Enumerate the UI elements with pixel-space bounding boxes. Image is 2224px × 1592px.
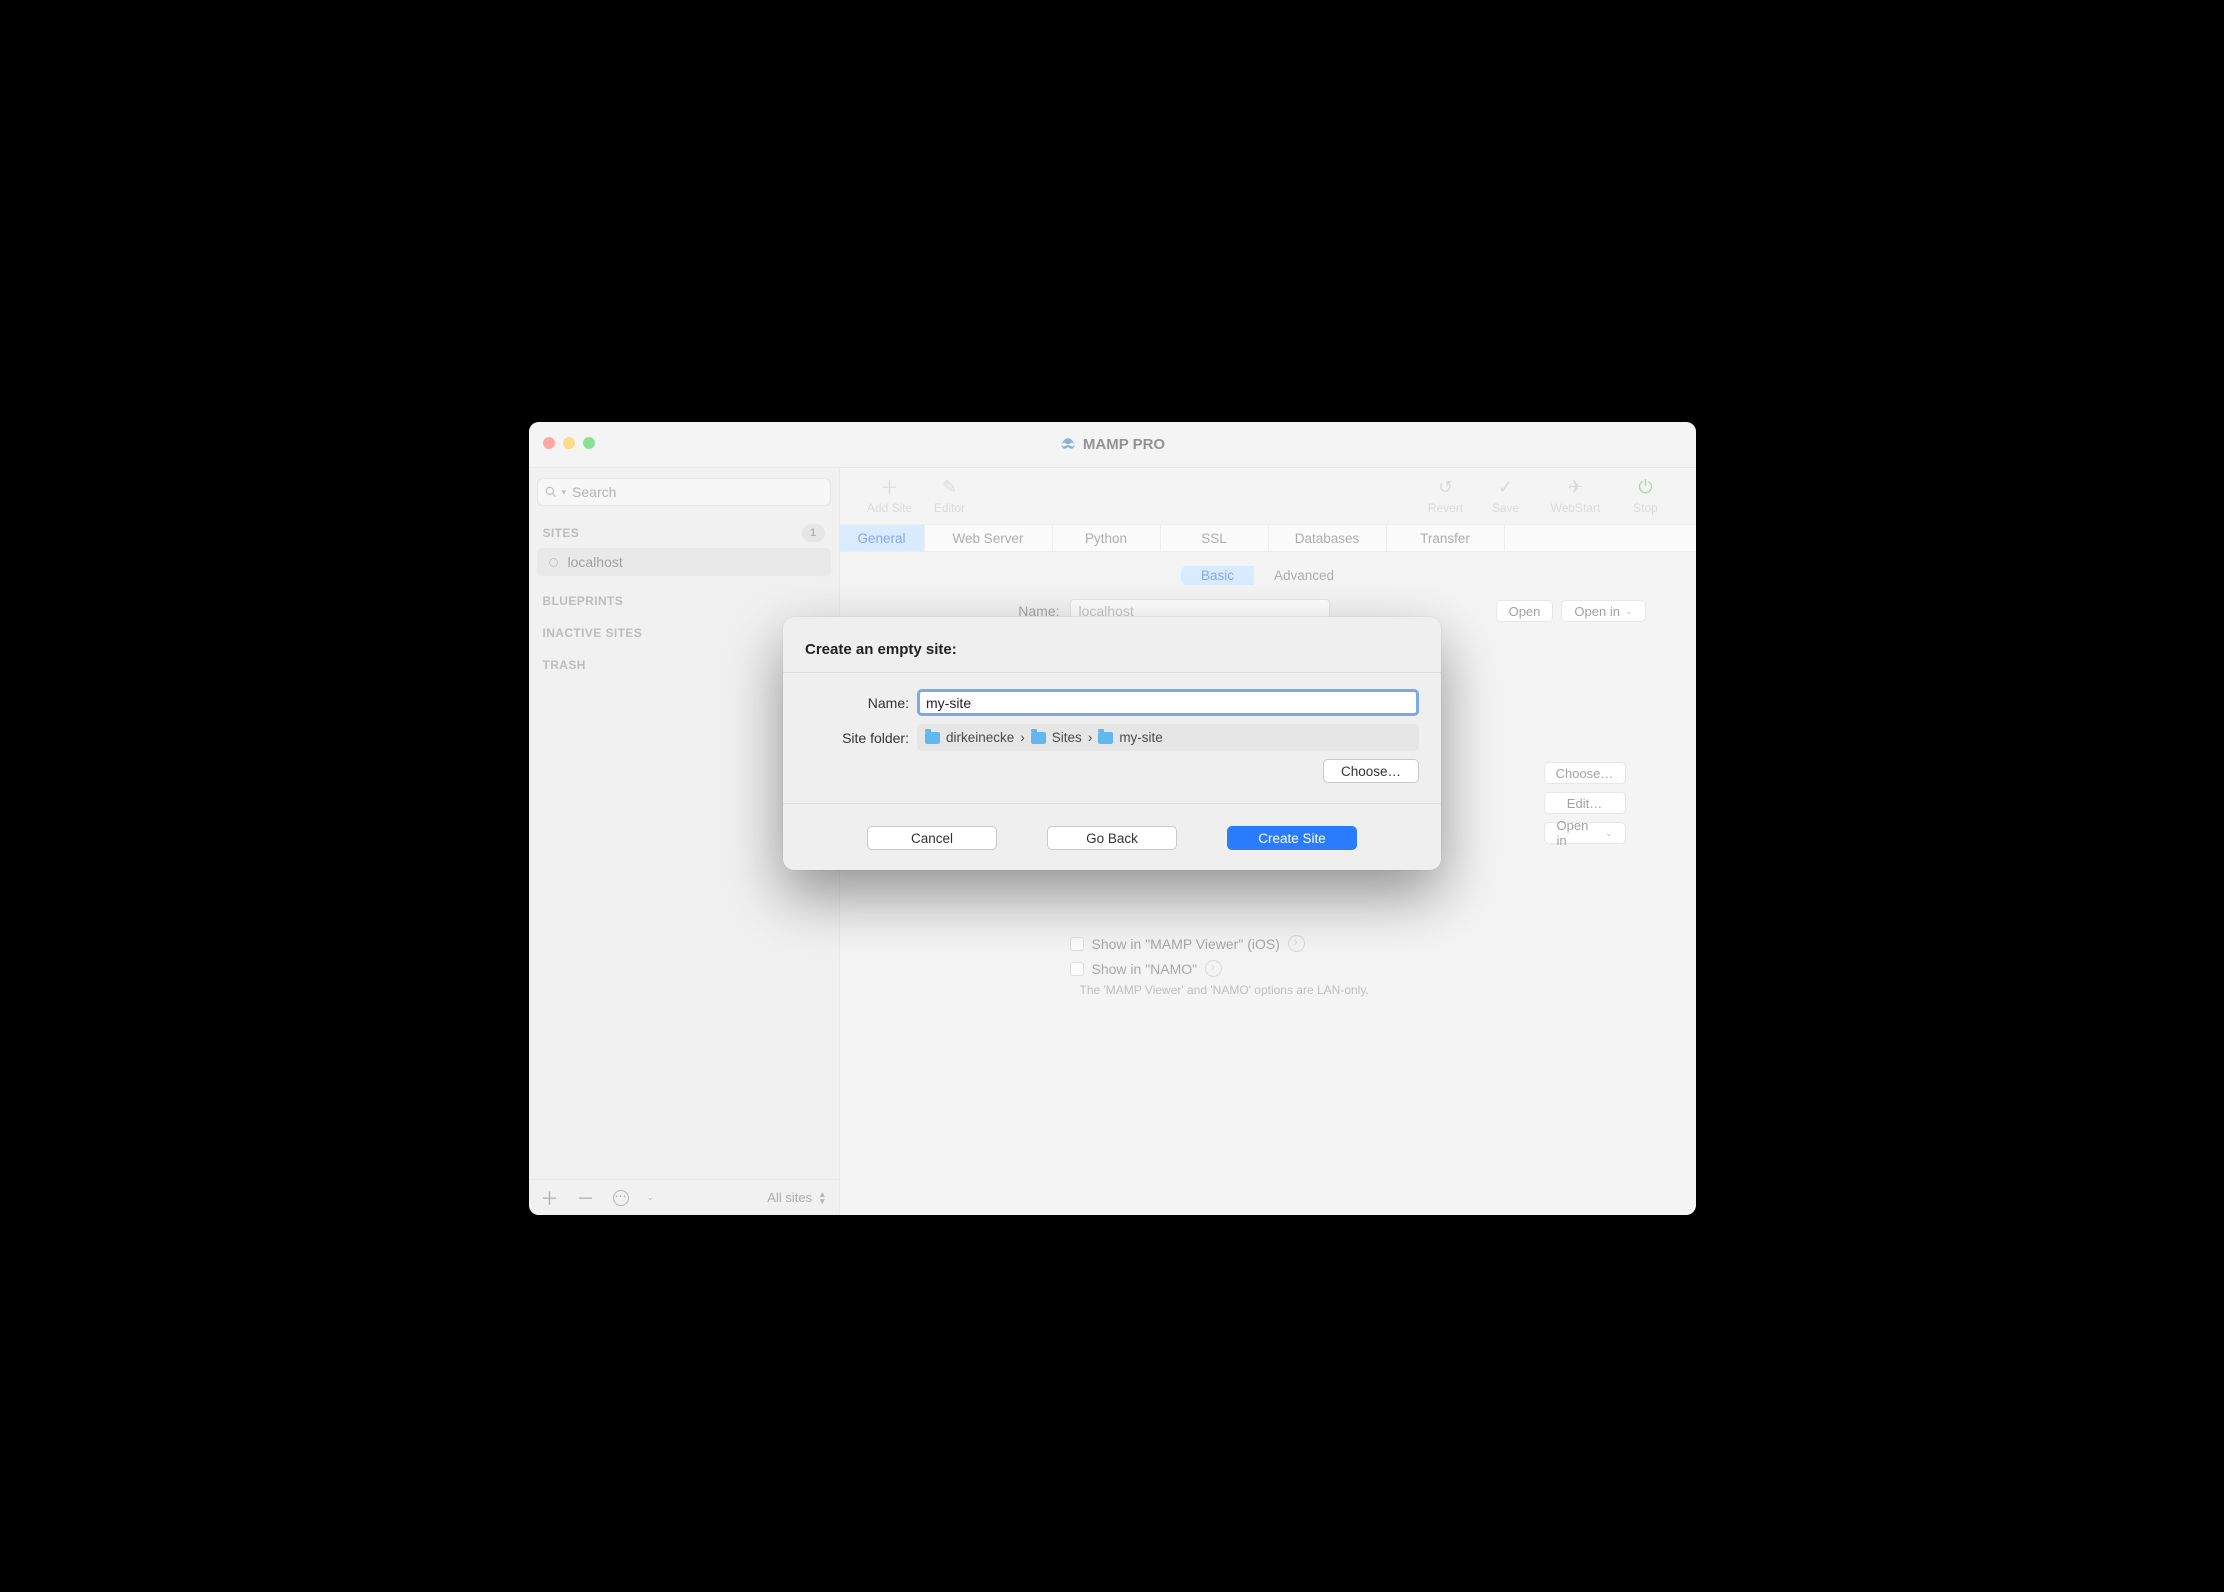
namo-checkbox[interactable]	[1070, 962, 1084, 976]
namo-label: Show in "NAMO"	[1092, 961, 1198, 977]
sidebar-item-localhost[interactable]: localhost	[537, 548, 831, 576]
mamp-viewer-checkbox[interactable]	[1070, 937, 1084, 951]
plane-icon: ✈	[1566, 477, 1586, 497]
power-icon: ⏻	[1636, 477, 1656, 497]
doc-root-choose-button[interactable]: Choose…	[1544, 762, 1626, 784]
editor-button[interactable]: ✎Editor	[920, 477, 980, 515]
tab-ssl[interactable]: SSL	[1161, 525, 1269, 551]
create-site-dialog: Create an empty site: Name: Site folder:…	[783, 617, 1441, 870]
subtab-basic[interactable]: Basic	[1181, 566, 1254, 585]
search-icon	[544, 485, 558, 499]
toolbar: ＋Add Site ✎Editor ↺Revert ✓Save ✈WebStar…	[840, 468, 1696, 524]
cancel-button[interactable]: Cancel	[867, 826, 997, 850]
close-window-icon[interactable]	[543, 437, 555, 449]
open-in-button[interactable]: Open in⌄	[1561, 600, 1645, 622]
window-title: MAMP PRO	[1059, 436, 1165, 454]
dialog-choose-folder-button[interactable]: Choose…	[1323, 759, 1419, 783]
tab-transfer[interactable]: Transfer	[1387, 525, 1505, 551]
search-chevron-icon[interactable]: ▾	[562, 487, 567, 498]
sidebar-footer: ＋ － ⋯⌄ All sites ▲▼	[529, 1179, 839, 1215]
lan-only-hint: The 'MAMP Viewer' and 'NAMO' options are…	[1080, 983, 1646, 997]
search-input[interactable]	[570, 483, 823, 501]
titlebar: MAMP PRO	[529, 422, 1696, 468]
list-item-label: localhost	[568, 554, 623, 570]
tab-bar: General Web Server Python SSL Databases …	[840, 524, 1696, 552]
webstart-button[interactable]: ✈WebStart	[1536, 477, 1616, 515]
more-icon[interactable]: ⋯	[613, 1190, 629, 1206]
remove-icon[interactable]: －	[577, 1185, 595, 1211]
sidebar-section-sites: SITES 1	[543, 524, 825, 542]
add-icon[interactable]: ＋	[541, 1185, 559, 1211]
subtab-advanced[interactable]: Advanced	[1254, 566, 1354, 585]
dialog-name-input[interactable]	[917, 689, 1419, 716]
dialog-folder-label: Site folder:	[805, 730, 917, 746]
folder-icon	[1031, 732, 1046, 744]
search-field[interactable]: ▾	[537, 478, 831, 506]
minimize-window-icon[interactable]	[563, 437, 575, 449]
doc-root-openin-button[interactable]: Open in⌄	[1544, 822, 1626, 844]
tab-webserver[interactable]: Web Server	[925, 525, 1053, 551]
doc-root-edit-button[interactable]: Edit…	[1544, 792, 1626, 814]
tab-databases[interactable]: Databases	[1269, 525, 1387, 551]
add-site-button[interactable]: ＋Add Site	[860, 477, 920, 515]
dialog-title: Create an empty site:	[805, 641, 1419, 658]
folder-icon	[925, 732, 940, 744]
plus-icon: ＋	[880, 477, 900, 497]
revert-button[interactable]: ↺Revert	[1416, 477, 1476, 515]
tab-python[interactable]: Python	[1053, 525, 1161, 551]
stop-button[interactable]: ⏻Stop	[1616, 477, 1676, 515]
tab-general[interactable]: General	[840, 525, 925, 551]
editor-icon: ✎	[940, 477, 960, 497]
dialog-folder-path: dirkeinecke› Sites› my-site	[917, 724, 1419, 751]
namo-go-icon[interactable]	[1205, 960, 1222, 977]
maximize-window-icon[interactable]	[583, 437, 595, 449]
save-button[interactable]: ✓Save	[1476, 477, 1536, 515]
mamp-viewer-label: Show in "MAMP Viewer" (iOS)	[1092, 936, 1280, 952]
revert-icon: ↺	[1436, 477, 1456, 497]
side-action-buttons: Choose… Edit… Open in⌄	[1544, 762, 1626, 844]
create-site-button[interactable]: Create Site	[1227, 826, 1357, 850]
sites-count-badge: 1	[802, 524, 825, 542]
subtab-group: Basic Advanced	[1181, 566, 1354, 585]
app-logo-icon	[1059, 436, 1077, 454]
dialog-name-label: Name:	[805, 695, 917, 711]
check-icon: ✓	[1496, 477, 1516, 497]
sidebar-section-blueprints: BLUEPRINTS	[543, 594, 825, 608]
window-controls	[543, 437, 595, 449]
mamp-viewer-go-icon[interactable]	[1288, 935, 1305, 952]
open-site-button[interactable]: Open	[1496, 600, 1554, 622]
filter-all-sites[interactable]: All sites	[767, 1190, 812, 1205]
folder-icon	[1098, 732, 1113, 744]
site-status-icon	[549, 558, 558, 567]
sort-icon[interactable]: ▲▼	[818, 1191, 826, 1205]
go-back-button[interactable]: Go Back	[1047, 826, 1177, 850]
